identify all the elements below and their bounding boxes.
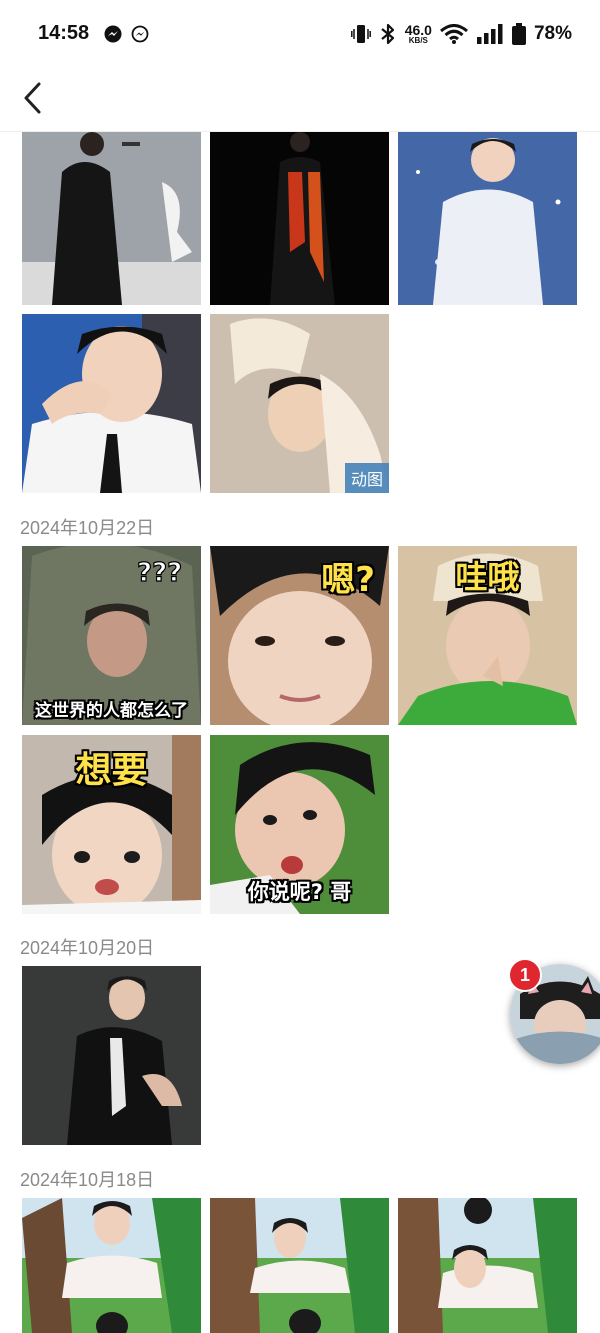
stage-white-shirt-image <box>398 132 577 305</box>
signal-icon <box>476 24 503 44</box>
photo-thumbnail[interactable] <box>398 1198 577 1333</box>
meme-caption: 嗯? <box>321 560 375 600</box>
section-date: 2024年10月20日 <box>20 938 155 958</box>
gif-badge: 动图 <box>344 463 389 493</box>
network-speed-value: 46.0 <box>404 22 432 38</box>
photo-thumbnail[interactable]: 你说呢? 哥 <box>210 735 389 914</box>
photo-thumbnail[interactable] <box>22 314 201 493</box>
bluetooth-icon <box>381 23 394 45</box>
meme-caption: 你说呢? 哥 <box>247 880 352 904</box>
vibrate-icon <box>350 25 371 43</box>
status-bar: 14:58 46.0 KB/S 78% <box>0 0 600 68</box>
photo-thumbnail[interactable] <box>22 132 201 305</box>
messenger-outline-icon <box>131 25 149 43</box>
network-speed: 46.0 KB/S <box>405 23 432 45</box>
chevron-left-icon[interactable] <box>18 78 52 118</box>
white-shirt-tie-image <box>22 314 201 493</box>
photo-thumbnail[interactable]: 想要 <box>22 735 201 914</box>
photo-thumbnail[interactable] <box>22 966 201 1145</box>
willow-tree-collage-image <box>398 1198 577 1333</box>
status-icons: 46.0 KB/S 78% <box>350 20 572 48</box>
section-date: 2024年10月18日 <box>20 1170 155 1190</box>
status-time: 14:58 <box>38 22 90 44</box>
network-speed-unit: KB/S <box>408 36 428 45</box>
black-suit-image <box>22 966 201 1145</box>
top-bar <box>0 68 600 132</box>
stage-black-outfit-image <box>22 132 201 305</box>
willow-tree-collage-image <box>210 1198 389 1333</box>
photo-thumbnail[interactable] <box>398 132 577 305</box>
photo-thumbnail[interactable]: 动图 <box>210 314 389 493</box>
photo-thumbnail[interactable]: 哇哦 <box>398 546 577 725</box>
meme-caption: 想要 <box>75 750 148 791</box>
battery-percent: 78% <box>533 23 572 44</box>
meme-caption: 哇哦 <box>455 558 520 596</box>
battery-icon <box>511 23 526 45</box>
photo-thumbnail[interactable] <box>22 1198 201 1333</box>
svg-text:???: ??? <box>137 558 182 588</box>
photo-thumbnail[interactable]: ??? 这世界的人都怎么了 <box>22 546 201 725</box>
meme-caption: 这世界的人都怎么了 <box>35 701 188 721</box>
wifi-icon <box>440 24 468 44</box>
photo-thumbnail[interactable] <box>210 1198 389 1333</box>
messenger-icon <box>104 25 122 43</box>
notification-badge: 1 <box>508 958 542 992</box>
photo-thumbnail[interactable]: 嗯? <box>210 546 389 725</box>
willow-tree-image <box>22 1198 201 1333</box>
photo-thumbnail[interactable] <box>210 132 389 305</box>
section-date: 2024年10月22日 <box>20 518 155 538</box>
stage-red-outfit-image <box>210 132 389 305</box>
